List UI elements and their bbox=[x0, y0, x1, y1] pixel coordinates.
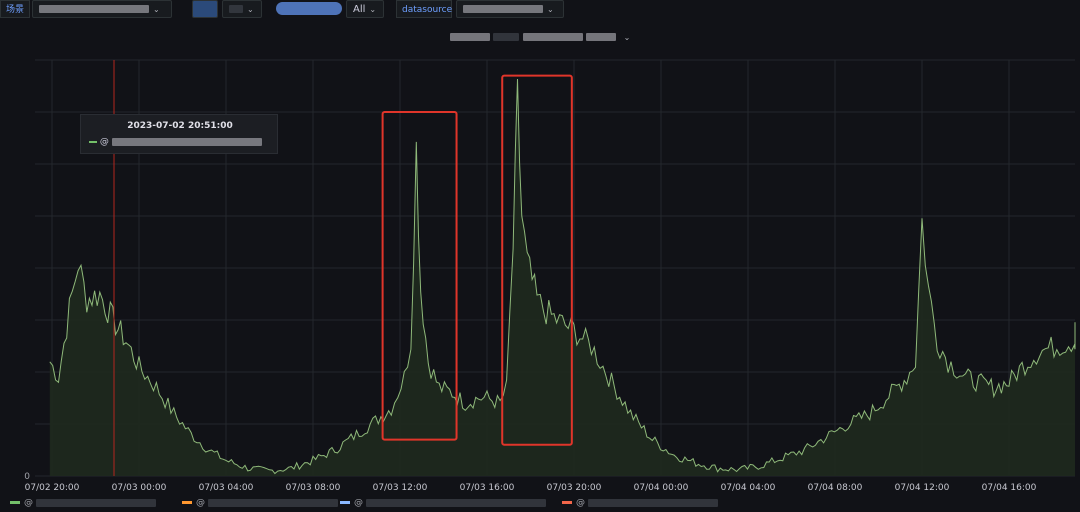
chevron-down-icon: ⌄ bbox=[623, 33, 631, 42]
x-tick-label: 07/03 04:00 bbox=[199, 483, 254, 493]
chevron-down-icon: ⌄ bbox=[369, 5, 377, 14]
redacted-value bbox=[229, 5, 243, 13]
highlight-box-peak-1 bbox=[381, 111, 458, 441]
chart-legend: @ @ @ @ bbox=[0, 496, 1080, 512]
chevron-down-icon: ⌄ bbox=[153, 5, 160, 14]
chevron-down-icon: ⌄ bbox=[247, 5, 254, 14]
x-tick-label: 07/04 04:00 bbox=[721, 483, 776, 493]
redacted-title-part bbox=[586, 33, 617, 41]
x-tick-label: 07/03 20:00 bbox=[547, 483, 602, 493]
scene-variable-select[interactable]: ⌄ bbox=[32, 0, 172, 18]
x-axis-ticks: 07/02 20:00 07/03 00:00 07/03 04:00 07/03 0… bbox=[25, 483, 1037, 493]
redacted-value bbox=[39, 5, 149, 13]
redacted-title-part bbox=[493, 33, 520, 41]
all-variable-value: All bbox=[353, 4, 366, 15]
y-tick-label: 0 bbox=[24, 472, 30, 482]
all-variable-select[interactable]: All ⌄ bbox=[346, 0, 384, 18]
variable-select-2[interactable] bbox=[192, 0, 218, 18]
redacted-series-name bbox=[111, 137, 262, 146]
x-tick-label: 07/03 12:00 bbox=[373, 483, 428, 493]
x-tick-label: 07/04 08:00 bbox=[808, 483, 863, 493]
x-tick-label: 07/03 08:00 bbox=[286, 483, 341, 493]
legend-item[interactable]: @ bbox=[562, 498, 718, 508]
scene-variable-label: 场景 bbox=[0, 0, 30, 18]
x-tick-label: 07/03 00:00 bbox=[112, 483, 167, 493]
tooltip-series-row: @ bbox=[89, 137, 262, 147]
dashboard-variable-bar: 场景 ⌄ ⌄ All ⌄ datasource ⌄ bbox=[0, 0, 1080, 22]
x-tick-label: 07/03 16:00 bbox=[460, 483, 515, 493]
legend-item[interactable]: @ bbox=[182, 498, 338, 508]
series-color-swatch bbox=[89, 140, 97, 143]
datasource-select[interactable]: ⌄ bbox=[456, 0, 564, 18]
x-tick-label: 07/04 00:00 bbox=[634, 483, 689, 493]
variable-select-3[interactable]: ⌄ bbox=[222, 0, 262, 18]
chart-tooltip: 2023-07-02 20:51:00 @ bbox=[80, 114, 278, 154]
time-series-chart[interactable]: 0 07/02 20:00 07/03 00:00 07/03 04:00 07/03… bbox=[0, 0, 1080, 512]
redacted-value bbox=[463, 5, 543, 13]
panel-title[interactable]: ⌄ bbox=[0, 30, 1080, 43]
highlight-box-peak-2 bbox=[501, 74, 573, 446]
redacted-title-part bbox=[522, 33, 583, 41]
legend-item[interactable]: @ bbox=[340, 498, 546, 508]
redacted-title-part bbox=[449, 33, 490, 41]
legend-item[interactable]: @ bbox=[10, 498, 156, 508]
tooltip-time: 2023-07-02 20:51:00 bbox=[127, 121, 233, 131]
x-tick-label: 07/04 12:00 bbox=[895, 483, 950, 493]
variable-pill[interactable] bbox=[276, 2, 342, 15]
datasource-label: datasource bbox=[396, 0, 452, 18]
chevron-down-icon: ⌄ bbox=[547, 5, 554, 14]
x-tick-label: 07/04 16:00 bbox=[982, 483, 1037, 493]
y-axis-ticks: 0 bbox=[24, 472, 30, 482]
x-tick-label: 07/02 20:00 bbox=[25, 483, 80, 493]
